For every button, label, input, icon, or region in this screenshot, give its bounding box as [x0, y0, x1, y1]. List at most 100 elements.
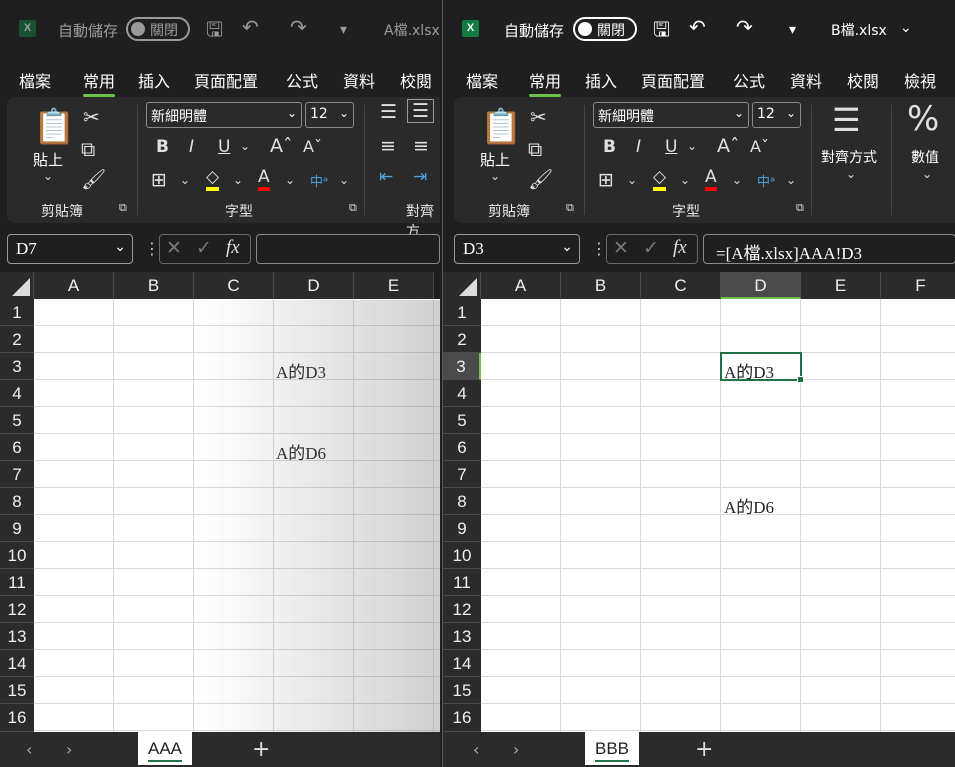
row-header[interactable]: 12 [443, 596, 481, 623]
tab-formulas[interactable]: 公式 [733, 68, 765, 92]
add-sheet-icon[interactable]: + [252, 737, 270, 762]
tab-data[interactable]: 資料 [790, 68, 822, 92]
align-left-icon[interactable]: ≡ [380, 135, 396, 157]
row-header[interactable]: 3 [443, 353, 481, 380]
fill-color-icon[interactable]: ◇ [653, 167, 667, 191]
shrink-font-icon[interactable]: Aˇ [303, 137, 322, 156]
font-color-dropdown-icon[interactable]: ⌄ [732, 173, 742, 187]
fill-dropdown-icon[interactable]: ⌄ [680, 173, 690, 187]
tab-home[interactable]: 常用 [83, 68, 116, 97]
tab-home[interactable]: 常用 [529, 68, 562, 97]
customize-qat-icon[interactable]: ▾ [340, 22, 347, 38]
paste-icon[interactable]: 📋 [480, 107, 522, 147]
next-sheet-icon[interactable]: › [66, 740, 72, 759]
row-header[interactable]: 5 [0, 407, 34, 434]
italic-icon[interactable]: I [636, 137, 641, 157]
row-header[interactable]: 11 [443, 569, 481, 596]
increase-indent-icon[interactable]: ⇥ [413, 167, 427, 187]
formula-input[interactable]: =[A檔.xlsx]AAA!D3 [703, 234, 955, 264]
more-options-icon[interactable]: ⋮ [144, 239, 160, 258]
row-header[interactable]: 1 [0, 299, 34, 326]
font-color-dropdown-icon[interactable]: ⌄ [285, 173, 295, 187]
clipboard-launcher-icon[interactable]: ⧉ [119, 201, 127, 215]
cut-icon[interactable]: ✂ [530, 105, 547, 129]
shrink-font-icon[interactable]: Aˇ [750, 137, 769, 156]
phonetic-icon[interactable]: 中ᵃ [310, 171, 328, 190]
tab-insert[interactable]: 插入 [585, 68, 617, 92]
font-color-icon[interactable]: A [705, 167, 717, 191]
chevron-down-icon[interactable]: ⌄ [900, 20, 912, 36]
borders-icon[interactable]: ⊞ [598, 169, 614, 191]
row-header[interactable]: 12 [0, 596, 34, 623]
row-header[interactable]: 2 [443, 326, 481, 353]
font-launcher-icon[interactable]: ⧉ [796, 201, 804, 215]
row-header[interactable]: 8 [443, 488, 481, 515]
number-label[interactable]: 數值 [911, 147, 939, 167]
row-header[interactable]: 7 [443, 461, 481, 488]
alignment-label[interactable]: 對齊方式 [821, 147, 877, 167]
font-name-select[interactable]: 新細明體 ⌄ [146, 102, 302, 128]
row-header[interactable]: 16 [443, 704, 481, 732]
align-icon[interactable]: ☰ [832, 101, 861, 139]
row-header[interactable]: 6 [443, 434, 481, 461]
row-header[interactable]: 7 [0, 461, 34, 488]
column-header-e[interactable]: E [354, 272, 434, 299]
row-header[interactable]: 4 [0, 380, 34, 407]
fill-handle[interactable] [797, 376, 804, 383]
redo-icon[interactable]: ↷ [290, 15, 307, 39]
cell-d3[interactable]: A的D3 [276, 358, 326, 383]
paste-icon[interactable]: 📋 [33, 107, 75, 147]
row-header[interactable]: 9 [443, 515, 481, 542]
cell-d3[interactable]: A的D3 [724, 358, 774, 383]
formula-input[interactable] [256, 234, 440, 264]
copy-icon[interactable]: ⧉ [81, 137, 95, 161]
phonetic-dropdown-icon[interactable]: ⌄ [339, 173, 349, 187]
row-header[interactable]: 11 [0, 569, 34, 596]
row-header[interactable]: 10 [0, 542, 34, 569]
function-icon[interactable]: fx [673, 237, 687, 259]
bold-icon[interactable]: B [603, 137, 616, 157]
bold-icon[interactable]: B [156, 137, 169, 157]
borders-dropdown-icon[interactable]: ⌄ [627, 173, 637, 187]
font-size-select[interactable]: 12 ⌄ [752, 102, 801, 128]
tab-page-layout[interactable]: 頁面配置 [194, 68, 258, 92]
column-header-e[interactable]: E [801, 272, 881, 299]
more-options-icon[interactable]: ⋮ [591, 239, 607, 258]
column-header-d[interactable]: D [274, 272, 354, 299]
align-middle-icon[interactable]: ☰ [407, 99, 435, 123]
add-sheet-icon[interactable]: + [695, 737, 713, 762]
row-header[interactable]: 6 [0, 434, 34, 461]
row-header[interactable]: 8 [0, 488, 34, 515]
redo-icon[interactable]: ↷ [736, 15, 753, 39]
cell-d8[interactable]: A的D6 [724, 493, 774, 518]
undo-icon[interactable]: ↶ [242, 15, 259, 39]
underline-dropdown-icon[interactable]: ⌄ [687, 139, 697, 153]
column-header-b[interactable]: B [114, 272, 194, 299]
column-header-b[interactable]: B [561, 272, 641, 299]
tab-file[interactable]: 檔案 [466, 68, 498, 92]
paste-dropdown-icon[interactable]: ⌄ [43, 169, 53, 183]
row-header[interactable]: 3 [0, 353, 34, 380]
row-header[interactable]: 15 [0, 677, 34, 704]
percent-icon[interactable]: % [907, 99, 939, 139]
cell-d6[interactable]: A的D6 [276, 439, 326, 464]
column-header-d[interactable]: D [721, 272, 801, 299]
name-box[interactable]: D3 ⌄ [454, 234, 580, 264]
tab-review[interactable]: 校閱 [400, 68, 432, 92]
fill-color-icon[interactable]: ◇ [206, 167, 220, 191]
phonetic-dropdown-icon[interactable]: ⌄ [786, 173, 796, 187]
row-header[interactable]: 13 [0, 623, 34, 650]
autosave-toggle[interactable]: 關閉 [126, 17, 190, 41]
underline-icon[interactable]: U [218, 137, 230, 157]
tab-data[interactable]: 資料 [343, 68, 375, 92]
underline-dropdown-icon[interactable]: ⌄ [240, 139, 250, 153]
paste-dropdown-icon[interactable]: ⌄ [490, 169, 500, 183]
cut-icon[interactable]: ✂ [83, 105, 100, 129]
row-header[interactable]: 4 [443, 380, 481, 407]
phonetic-icon[interactable]: 中ᵃ [757, 171, 775, 190]
format-painter-icon[interactable]: 🖌 [528, 167, 553, 191]
align-center-icon[interactable]: ≡ [413, 135, 429, 157]
align-top-icon[interactable]: ☰ [380, 101, 397, 123]
tab-file[interactable]: 檔案 [19, 68, 51, 92]
row-header[interactable]: 15 [443, 677, 481, 704]
